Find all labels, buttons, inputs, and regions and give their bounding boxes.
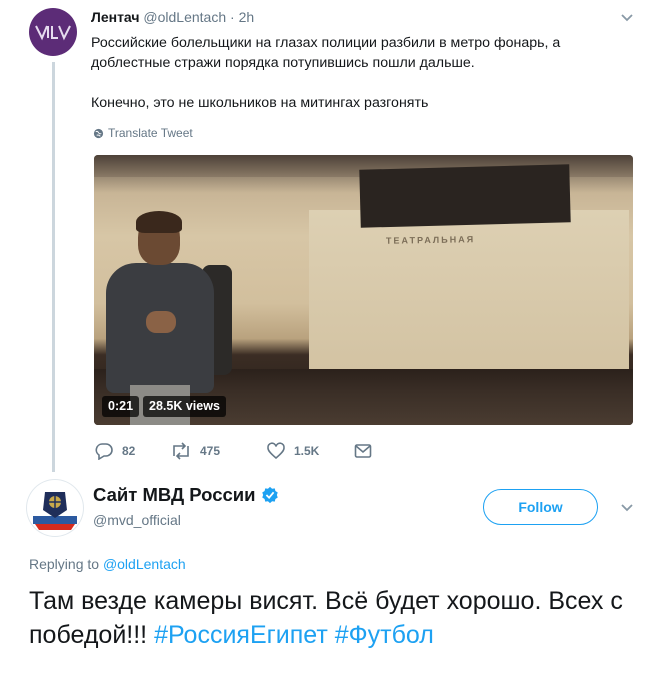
replying-to: Replying to @oldLentach: [29, 556, 186, 572]
author-name[interactable]: Сайт МВД России: [93, 484, 279, 506]
retweet-count: 475: [200, 444, 221, 458]
station-sign-text: ТЕАТРАЛЬНАЯ: [385, 234, 476, 246]
replying-prefix: Replying to: [29, 556, 100, 572]
chevron-down-icon[interactable]: [620, 503, 634, 513]
video-frame-sign: [359, 164, 571, 228]
thread-line: [52, 62, 55, 472]
translate-tweet-link[interactable]: Translate Tweet: [93, 126, 193, 140]
lentach-logo: [35, 25, 71, 41]
hashtag-link[interactable]: #Футбол: [335, 621, 434, 649]
separator-dot: ·: [230, 9, 235, 25]
retweet-icon: [173, 442, 189, 460]
reply-icon: [95, 443, 113, 460]
reply-count: 82: [122, 444, 136, 458]
avatar[interactable]: [27, 480, 83, 536]
video-badges: 0:21 28.5K views: [102, 396, 226, 417]
reply-button[interactable]: 82: [94, 442, 170, 460]
tweet-text-line: Конечно, это не школьников на митингах р…: [91, 95, 429, 111]
mvd-emblem: [28, 481, 82, 535]
tweet-text-line: Российские болельщики на глазах полиции …: [91, 35, 561, 71]
author-name-label: Сайт МВД России: [93, 484, 256, 505]
video-frame-person: [106, 211, 232, 425]
video-duration: 0:21: [102, 396, 140, 417]
verified-icon: [261, 486, 278, 504]
timestamp[interactable]: 2h: [239, 9, 255, 25]
replying-mention-link[interactable]: @oldLentach: [103, 556, 186, 572]
tweet-text: Там везде камеры висят. Всё будет хорошо…: [29, 584, 649, 652]
message-icon: [354, 444, 372, 458]
translate-label: Translate Tweet: [108, 126, 193, 140]
tweet-text: Российские болельщики на глазах полиции …: [91, 33, 631, 113]
hashtag-link[interactable]: #РоссияЕгипет: [154, 621, 328, 649]
like-count: 1.5K: [294, 444, 320, 458]
direct-message-button[interactable]: [354, 443, 372, 459]
like-button[interactable]: 1.5K: [266, 442, 354, 460]
avatar[interactable]: [29, 8, 77, 56]
tweet-header: Лентач @oldLentach · 2h: [91, 9, 254, 25]
retweet-button[interactable]: 475: [170, 442, 266, 460]
author-handle[interactable]: @oldLentach: [143, 9, 226, 25]
author-name[interactable]: Лентач: [91, 9, 140, 25]
video-player[interactable]: ТЕАТРАЛЬНАЯ 0:21 28.5K views: [94, 155, 633, 425]
video-views: 28.5K views: [143, 396, 226, 417]
follow-button[interactable]: Follow: [483, 489, 598, 525]
like-icon: [267, 442, 285, 460]
tweet-actions: 82 475 1.5K: [94, 440, 372, 462]
globe-icon: [93, 128, 104, 138]
author-handle[interactable]: @mvd_official: [93, 512, 181, 528]
chevron-down-icon[interactable]: [620, 13, 634, 23]
